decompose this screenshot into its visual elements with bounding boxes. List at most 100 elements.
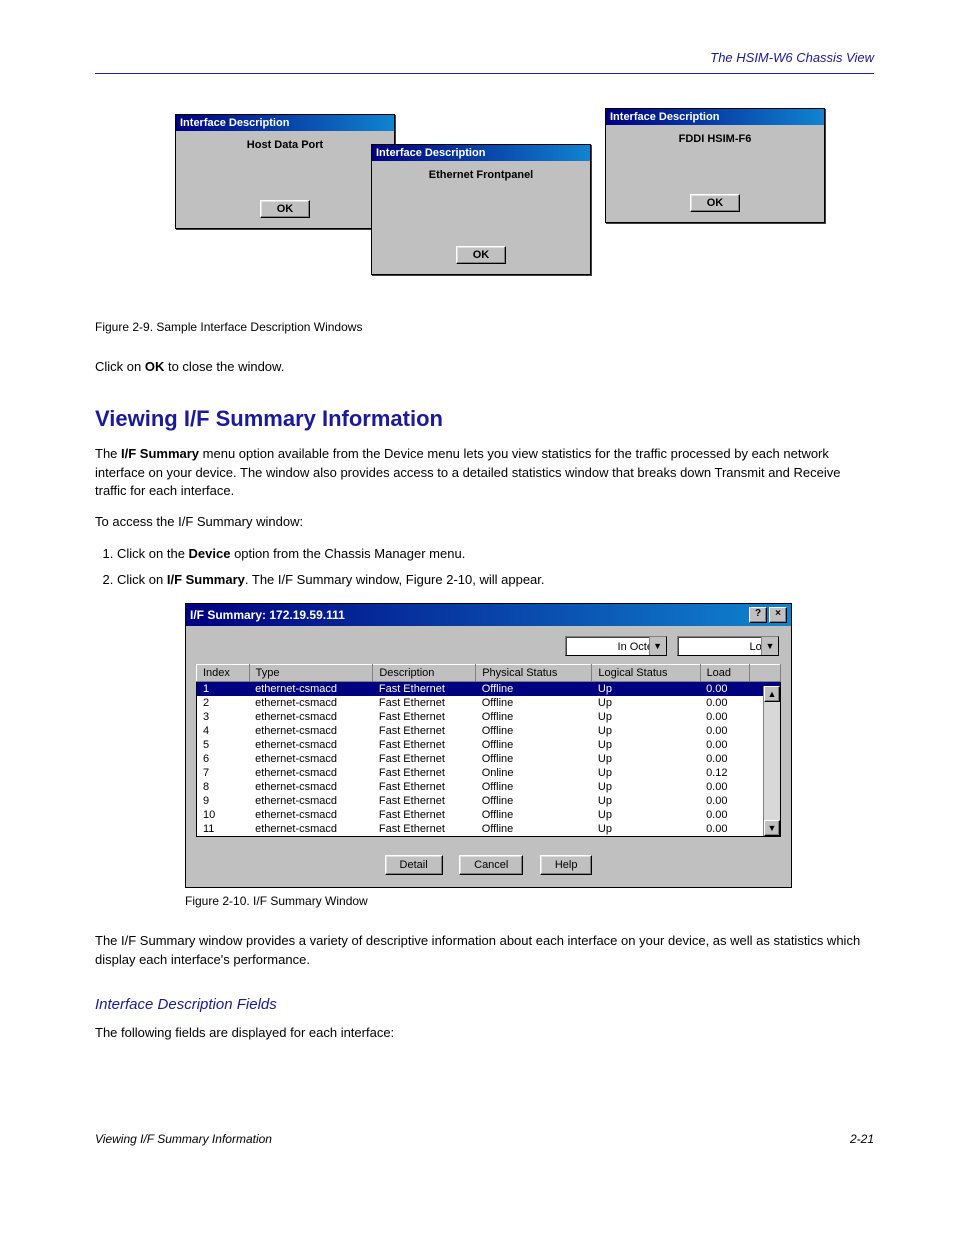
table-header-row: Index Type Description Physical Status L… xyxy=(197,665,781,682)
help-icon[interactable]: ? xyxy=(749,607,767,623)
table-row[interactable]: 9ethernet-csmacdFast EthernetOfflineUp0.… xyxy=(197,794,781,808)
table-row[interactable]: 8ethernet-csmacdFast EthernetOfflineUp0.… xyxy=(197,780,781,794)
cell-type: ethernet-csmacd xyxy=(249,682,373,697)
scrollbar[interactable]: ▲ ▼ xyxy=(763,686,780,836)
combo-mode[interactable]: Load ▼ xyxy=(677,636,779,656)
cell-phys: Offline xyxy=(476,682,592,697)
dialog-text: FDDI HSIM-F6 xyxy=(606,125,824,153)
cell-desc: Fast Ethernet xyxy=(373,794,476,808)
cell-type: ethernet-csmacd xyxy=(249,724,373,738)
cell-phys: Offline xyxy=(476,822,592,837)
col-desc[interactable]: Description xyxy=(373,665,476,682)
cell-phys: Offline xyxy=(476,724,592,738)
col-log[interactable]: Logical Status xyxy=(592,665,700,682)
cell-load: 0.00 xyxy=(700,696,749,710)
cell-idx: 9 xyxy=(197,794,250,808)
cell-load: 0.12 xyxy=(700,766,749,780)
help-button[interactable]: Help xyxy=(540,855,593,875)
cell-phys: Offline xyxy=(476,780,592,794)
paragraph: To access the I/F Summary window: xyxy=(95,513,874,532)
dialog-ethernet-frontpanel: Interface Description Ethernet Frontpane… xyxy=(371,144,591,275)
cell-type: ethernet-csmacd xyxy=(249,766,373,780)
cell-idx: 2 xyxy=(197,696,250,710)
interface-table[interactable]: Index Type Description Physical Status L… xyxy=(196,664,781,837)
cell-log: Up xyxy=(592,752,700,766)
cell-phys: Offline xyxy=(476,710,592,724)
paragraph: The I/F Summary menu option available fr… xyxy=(95,445,874,502)
table-row[interactable]: 6ethernet-csmacdFast EthernetOfflineUp0.… xyxy=(197,752,781,766)
ok-button[interactable]: OK xyxy=(690,194,741,212)
col-type[interactable]: Type xyxy=(249,665,373,682)
cell-idx: 5 xyxy=(197,738,250,752)
cell-idx: 6 xyxy=(197,752,250,766)
col-load[interactable]: Load xyxy=(700,665,749,682)
detail-button[interactable]: Detail xyxy=(385,855,443,875)
cell-desc: Fast Ethernet xyxy=(373,738,476,752)
cell-type: ethernet-csmacd xyxy=(249,822,373,837)
cell-desc: Fast Ethernet xyxy=(373,752,476,766)
paragraph: Click on OK to close the window. xyxy=(95,358,874,377)
cell-log: Up xyxy=(592,780,700,794)
figure-caption-2: Figure 2-10. I/F Summary Window xyxy=(185,894,874,908)
cell-load: 0.00 xyxy=(700,808,749,822)
ok-button[interactable]: OK xyxy=(456,246,507,264)
cell-phys: Offline xyxy=(476,808,592,822)
if-summary-window: I/F Summary: 172.19.59.111 ? × In Octets… xyxy=(185,603,792,888)
steps-list: Click on the Device option from the Chas… xyxy=(95,544,874,589)
scroll-down-icon[interactable]: ▼ xyxy=(764,820,780,836)
cancel-button[interactable]: Cancel xyxy=(459,855,523,875)
cell-load: 0.00 xyxy=(700,682,749,697)
cell-log: Up xyxy=(592,724,700,738)
cell-log: Up xyxy=(592,822,700,837)
cell-log: Up xyxy=(592,738,700,752)
chevron-down-icon[interactable]: ▼ xyxy=(761,637,778,655)
close-icon[interactable]: × xyxy=(769,607,787,623)
cell-load: 0.00 xyxy=(700,780,749,794)
window-title: I/F Summary: 172.19.59.111 xyxy=(190,608,345,622)
dialog-fddi-hsim-f6: Interface Description FDDI HSIM-F6 OK xyxy=(605,108,825,223)
dialog-text: Ethernet Frontpanel xyxy=(372,161,590,189)
table-row[interactable]: 2ethernet-csmacdFast EthernetOfflineUp0.… xyxy=(197,696,781,710)
cell-type: ethernet-csmacd xyxy=(249,710,373,724)
table-row[interactable]: 3ethernet-csmacdFast EthernetOfflineUp0.… xyxy=(197,710,781,724)
step-2: Click on I/F Summary. The I/F Summary wi… xyxy=(117,570,874,590)
cell-phys: Offline xyxy=(476,794,592,808)
cell-idx: 3 xyxy=(197,710,250,724)
table-row[interactable]: 7ethernet-csmacdFast EthernetOnlineUp0.1… xyxy=(197,766,781,780)
scroll-track[interactable] xyxy=(764,702,780,820)
dialog-title: Interface Description xyxy=(372,145,590,161)
header-rule xyxy=(95,73,874,74)
cell-idx: 7 xyxy=(197,766,250,780)
cell-phys: Online xyxy=(476,766,592,780)
cell-load: 0.00 xyxy=(700,738,749,752)
chevron-down-icon[interactable]: ▼ xyxy=(649,637,666,655)
cell-type: ethernet-csmacd xyxy=(249,752,373,766)
cell-idx: 8 xyxy=(197,780,250,794)
dialog-text: Host Data Port xyxy=(176,131,394,159)
figure-caption-1: Figure 2-9. Sample Interface Description… xyxy=(95,320,874,334)
table-row[interactable]: 5ethernet-csmacdFast EthernetOfflineUp0.… xyxy=(197,738,781,752)
ok-button[interactable]: OK xyxy=(260,200,311,218)
paragraph: The I/F Summary window provides a variet… xyxy=(95,932,874,970)
cell-desc: Fast Ethernet xyxy=(373,780,476,794)
scroll-up-icon[interactable]: ▲ xyxy=(764,686,780,702)
paragraph: The following fields are displayed for e… xyxy=(95,1024,874,1043)
cell-type: ethernet-csmacd xyxy=(249,780,373,794)
cell-phys: Offline xyxy=(476,696,592,710)
cell-idx: 1 xyxy=(197,682,250,697)
table-row[interactable]: 10ethernet-csmacdFast EthernetOfflineUp0… xyxy=(197,808,781,822)
section-heading: Viewing I/F Summary Information xyxy=(95,403,874,435)
page-header-right: The HSIM-W6 Chassis View xyxy=(95,50,874,65)
col-phys[interactable]: Physical Status xyxy=(476,665,592,682)
cell-log: Up xyxy=(592,808,700,822)
cell-phys: Offline xyxy=(476,738,592,752)
cell-type: ethernet-csmacd xyxy=(249,808,373,822)
col-index[interactable]: Index xyxy=(197,665,250,682)
combo-metric[interactable]: In Octets ▼ xyxy=(565,636,667,656)
dialog-title: Interface Description xyxy=(176,115,394,131)
table-row[interactable]: 11ethernet-csmacdFast EthernetOfflineUp0… xyxy=(197,822,781,837)
cell-log: Up xyxy=(592,710,700,724)
table-row[interactable]: 4ethernet-csmacdFast EthernetOfflineUp0.… xyxy=(197,724,781,738)
table-row[interactable]: 1ethernet-csmacdFast EthernetOfflineUp0.… xyxy=(197,682,781,697)
cell-desc: Fast Ethernet xyxy=(373,682,476,697)
